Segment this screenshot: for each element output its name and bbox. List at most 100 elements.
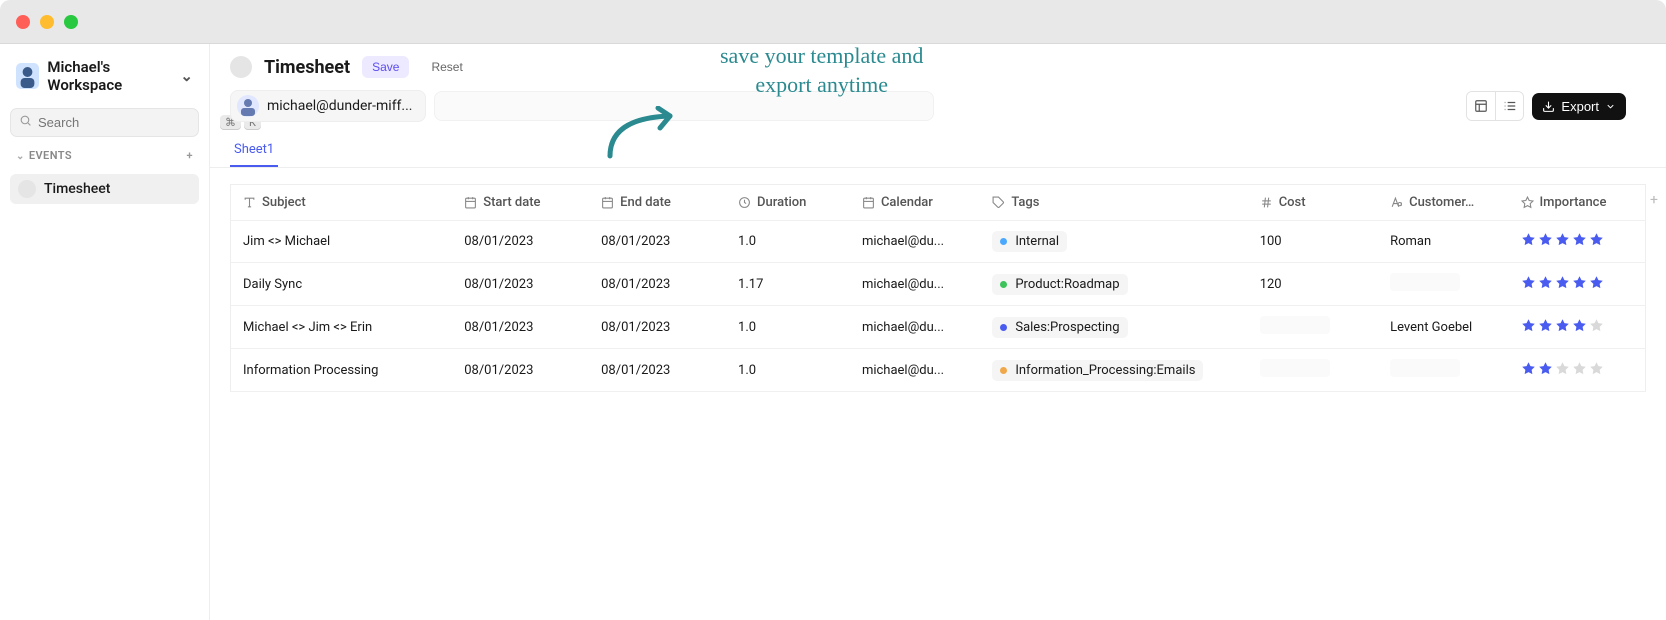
star-icon[interactable] <box>1589 318 1604 333</box>
table-row[interactable]: Information Processing08/01/202308/01/20… <box>231 349 1646 392</box>
cell-end-date[interactable]: 08/01/2023 <box>589 221 726 263</box>
tag-pill[interactable]: Information_Processing:Emails <box>992 360 1203 381</box>
star-icon[interactable] <box>1555 318 1570 333</box>
star-icon[interactable] <box>1538 275 1553 290</box>
cell-tags[interactable]: Internal <box>980 221 1247 263</box>
col-calendar[interactable]: Calendar <box>850 185 980 221</box>
cell-duration[interactable]: 1.17 <box>726 263 850 306</box>
star-icon[interactable] <box>1521 275 1536 290</box>
calendar-icon <box>464 196 477 209</box>
col-subject[interactable]: Subject <box>231 185 453 221</box>
cell-end-date[interactable]: 08/01/2023 <box>589 349 726 392</box>
reset-button[interactable]: Reset <box>421 56 472 78</box>
list-view-button[interactable] <box>1495 92 1523 120</box>
user-chip[interactable]: michael@dunder-miff... <box>230 90 426 122</box>
cell-subject[interactable]: Michael <> Jim <> Erin <box>231 306 453 349</box>
cell-cost[interactable] <box>1248 349 1378 392</box>
cell-importance[interactable] <box>1509 263 1646 306</box>
star-icon[interactable] <box>1538 232 1553 247</box>
cell-duration[interactable]: 1.0 <box>726 221 850 263</box>
cell-duration[interactable]: 1.0 <box>726 306 850 349</box>
workspace-switcher[interactable]: Michael's Workspace ⌄ <box>10 54 199 98</box>
cell-customer[interactable]: Roman <box>1378 221 1508 263</box>
star-icon[interactable] <box>1589 275 1604 290</box>
star-icon[interactable] <box>1538 318 1553 333</box>
cell-cost[interactable]: 100 <box>1248 221 1378 263</box>
cell-start-date[interactable]: 08/01/2023 <box>452 306 589 349</box>
cell-start-date[interactable]: 08/01/2023 <box>452 221 589 263</box>
window-zoom-button[interactable] <box>64 15 78 29</box>
star-icon[interactable] <box>1572 275 1587 290</box>
cell-customer[interactable]: Levent Goebel <box>1378 306 1508 349</box>
cell-tags[interactable]: Sales:Prospecting <box>980 306 1247 349</box>
save-button[interactable]: Save <box>362 56 409 78</box>
star-rating[interactable] <box>1521 318 1604 333</box>
star-icon[interactable] <box>1589 232 1604 247</box>
cell-calendar[interactable]: michael@du... <box>850 306 980 349</box>
col-customer[interactable]: Customer… <box>1378 185 1508 221</box>
cell-end-date[interactable]: 08/01/2023 <box>589 306 726 349</box>
cell-subject[interactable]: Jim <> Michael <box>231 221 453 263</box>
cell-customer[interactable] <box>1378 263 1508 306</box>
cell-end-date[interactable]: 08/01/2023 <box>589 263 726 306</box>
table-row[interactable]: Jim <> Michael08/01/202308/01/20231.0mic… <box>231 221 1646 263</box>
col-duration[interactable]: Duration <box>726 185 850 221</box>
tab-sheet1[interactable]: Sheet1 <box>230 136 278 167</box>
star-rating[interactable] <box>1521 361 1604 376</box>
star-rating[interactable] <box>1521 275 1604 290</box>
search-box[interactable]: ⌘K <box>10 108 199 137</box>
cell-start-date[interactable]: 08/01/2023 <box>452 349 589 392</box>
sidebar-section-events: ⌄EVENTS + <box>10 147 199 164</box>
table-row[interactable]: Michael <> Jim <> Erin08/01/202308/01/20… <box>231 306 1646 349</box>
star-rating[interactable] <box>1521 232 1604 247</box>
filter-placeholder[interactable] <box>434 91 934 121</box>
star-icon[interactable] <box>1572 232 1587 247</box>
search-input[interactable] <box>38 115 214 130</box>
star-icon[interactable] <box>1521 361 1536 376</box>
star-icon[interactable] <box>1589 361 1604 376</box>
col-tags[interactable]: Tags <box>980 185 1247 221</box>
cell-customer[interactable] <box>1378 349 1508 392</box>
table-row[interactable]: Daily Sync08/01/202308/01/20231.17michae… <box>231 263 1646 306</box>
cell-start-date[interactable]: 08/01/2023 <box>452 263 589 306</box>
export-button[interactable]: Export <box>1532 93 1626 120</box>
tag-pill[interactable]: Internal <box>992 231 1067 252</box>
col-importance[interactable]: Importance <box>1509 185 1646 221</box>
tag-dot-icon <box>1000 324 1007 331</box>
sidebar-item-timesheet[interactable]: Timesheet <box>10 174 199 204</box>
table-view-button[interactable] <box>1467 92 1495 120</box>
cell-tags[interactable]: Information_Processing:Emails <box>980 349 1247 392</box>
cell-subject[interactable]: Information Processing <box>231 349 453 392</box>
cell-duration[interactable]: 1.0 <box>726 349 850 392</box>
cell-subject[interactable]: Daily Sync <box>231 263 453 306</box>
window-minimize-button[interactable] <box>40 15 54 29</box>
tag-pill[interactable]: Product:Roadmap <box>992 274 1127 295</box>
cell-importance[interactable] <box>1509 221 1646 263</box>
add-event-button[interactable]: + <box>187 149 194 162</box>
tag-pill[interactable]: Sales:Prospecting <box>992 317 1127 338</box>
star-icon[interactable] <box>1572 361 1587 376</box>
cell-calendar[interactable]: michael@du... <box>850 221 980 263</box>
add-column-button[interactable]: + <box>1650 192 1658 208</box>
cell-importance[interactable] <box>1509 306 1646 349</box>
star-icon[interactable] <box>1572 318 1587 333</box>
col-start-date[interactable]: Start date <box>452 185 589 221</box>
window-close-button[interactable] <box>16 15 30 29</box>
toolbar: Export <box>1466 91 1646 121</box>
star-icon[interactable] <box>1521 232 1536 247</box>
cell-cost[interactable]: 120 <box>1248 263 1378 306</box>
star-icon[interactable] <box>1555 361 1570 376</box>
col-end-date[interactable]: End date <box>589 185 726 221</box>
cell-cost[interactable] <box>1248 306 1378 349</box>
col-cost[interactable]: Cost <box>1248 185 1378 221</box>
cell-tags[interactable]: Product:Roadmap <box>980 263 1247 306</box>
star-icon[interactable] <box>1555 275 1570 290</box>
star-icon[interactable] <box>1555 232 1570 247</box>
star-icon[interactable] <box>1538 361 1553 376</box>
download-icon <box>1542 100 1555 113</box>
cell-importance[interactable] <box>1509 349 1646 392</box>
cell-calendar[interactable]: michael@du... <box>850 263 980 306</box>
cell-calendar[interactable]: michael@du... <box>850 349 980 392</box>
workspace-avatar <box>16 63 39 89</box>
star-icon[interactable] <box>1521 318 1536 333</box>
